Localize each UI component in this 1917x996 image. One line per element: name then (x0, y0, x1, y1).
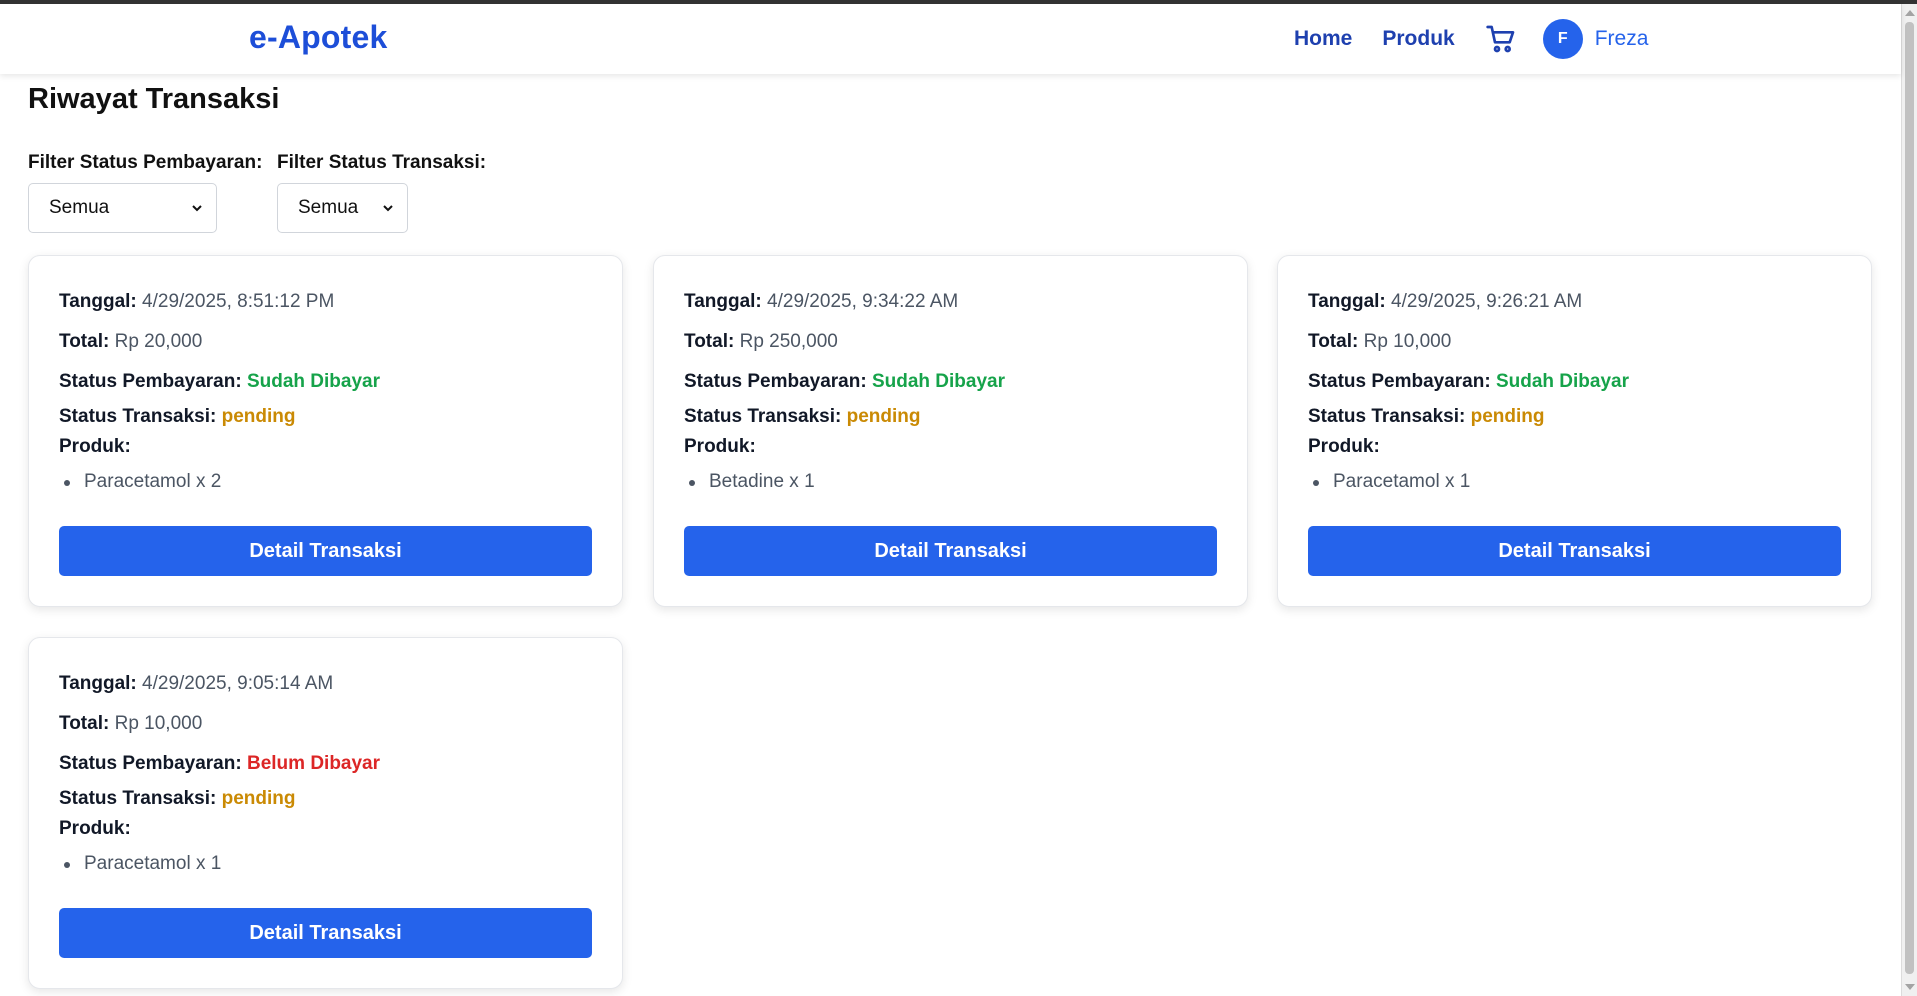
transaction-status: Status Transaksi: pending (684, 406, 921, 427)
transaction-date: Tanggal: 4/29/2025, 9:34:22 AM (684, 291, 959, 312)
products-heading: Produk: (59, 436, 131, 457)
brand-logo[interactable]: e-Apotek (249, 19, 388, 56)
nav-produk-link[interactable]: Produk (1382, 27, 1454, 51)
transaction-date: Tanggal: 4/29/2025, 8:51:12 PM (59, 291, 335, 312)
transaction-total: Total: Rp 10,000 (1308, 331, 1452, 352)
transaction-card: Tanggal: 4/29/2025, 8:51:12 PM Total: Rp… (28, 255, 623, 607)
shopping-cart-icon[interactable] (1485, 23, 1517, 55)
transaction-card: Tanggal: 4/29/2025, 9:34:22 AM Total: Rp… (653, 255, 1248, 607)
list-item: Paracetamol x 2 (59, 471, 221, 493)
chevron-down-icon (383, 205, 393, 212)
transaction-total: Total: Rp 250,000 (684, 331, 838, 352)
payment-status-filter: Filter Status Pembayaran: Semua (28, 152, 262, 233)
status-badge: pending (221, 406, 296, 427)
product-list: Paracetamol x 1 (1308, 471, 1470, 493)
nav-home-link[interactable]: Home (1294, 27, 1352, 51)
payment-status-select[interactable]: Semua (28, 183, 217, 233)
detail-transaction-button[interactable]: Detail Transaksi (1308, 526, 1841, 576)
transaction-status-select[interactable]: Semua (277, 183, 408, 233)
list-item: Paracetamol x 1 (59, 853, 221, 875)
product-list: Paracetamol x 2 (59, 471, 221, 493)
avatar: F (1542, 19, 1583, 59)
navbar: e-Apotek Home Produk F Freza (0, 4, 1901, 74)
nav-links: Home Produk F Freza (1294, 17, 1648, 61)
products-heading: Produk: (59, 818, 131, 839)
detail-transaction-button[interactable]: Detail Transaksi (59, 908, 592, 958)
product-list: Paracetamol x 1 (59, 853, 221, 875)
username: Freza (1594, 27, 1649, 50)
status-badge: Sudah Dibayar (871, 371, 1006, 392)
payment-status: Status Pembayaran: Sudah Dibayar (1308, 371, 1630, 392)
status-badge: pending (221, 788, 296, 809)
detail-transaction-button[interactable]: Detail Transaksi (59, 526, 592, 576)
transaction-status: Status Transaksi: pending (1308, 406, 1545, 427)
vertical-scrollbar[interactable] (1901, 4, 1917, 996)
transaction-card: Tanggal: 4/29/2025, 9:26:21 AM Total: Rp… (1277, 255, 1872, 607)
list-item: Paracetamol x 1 (1308, 471, 1470, 493)
transaction-total: Total: Rp 10,000 (59, 713, 203, 734)
payment-status: Status Pembayaran: Sudah Dibayar (59, 371, 381, 392)
transaction-card: Tanggal: 4/29/2025, 9:05:14 AM Total: Rp… (28, 637, 623, 989)
product-list: Betadine x 1 (684, 471, 815, 493)
products-heading: Produk: (684, 436, 756, 457)
payment-status: Status Pembayaran: Belum Dibayar (59, 753, 381, 774)
status-badge: Sudah Dibayar (246, 371, 381, 392)
products-heading: Produk: (1308, 436, 1380, 457)
status-badge: Belum Dibayar (246, 753, 381, 774)
transaction-status-filter: Filter Status Transaksi: Semua (277, 152, 486, 233)
page-title: Riwayat Transaksi (28, 83, 280, 115)
list-item: Betadine x 1 (684, 471, 815, 493)
transaction-status: Status Transaksi: pending (59, 406, 296, 427)
detail-transaction-button[interactable]: Detail Transaksi (684, 526, 1217, 576)
transaction-status-select-value: Semua (298, 197, 359, 218)
transaction-total: Total: Rp 20,000 (59, 331, 203, 352)
transaction-status-filter-label: Filter Status Transaksi: (277, 152, 487, 173)
payment-status: Status Pembayaran: Sudah Dibayar (684, 371, 1006, 392)
scrollbar-thumb[interactable] (1905, 22, 1914, 974)
status-badge: Sudah Dibayar (1495, 371, 1630, 392)
scroll-up-arrow-icon[interactable] (1905, 10, 1915, 16)
user-menu[interactable]: F Freza (1542, 19, 1649, 59)
payment-status-select-value: Semua (49, 197, 110, 218)
chevron-down-icon (192, 205, 202, 212)
transaction-date: Tanggal: 4/29/2025, 9:26:21 AM (1308, 291, 1583, 312)
transaction-status: Status Transaksi: pending (59, 788, 296, 809)
payment-status-filter-label: Filter Status Pembayaran: (28, 152, 263, 173)
transaction-date: Tanggal: 4/29/2025, 9:05:14 AM (59, 673, 334, 694)
scroll-down-arrow-icon[interactable] (1905, 984, 1915, 990)
status-badge: pending (1470, 406, 1545, 427)
status-badge: pending (846, 406, 921, 427)
